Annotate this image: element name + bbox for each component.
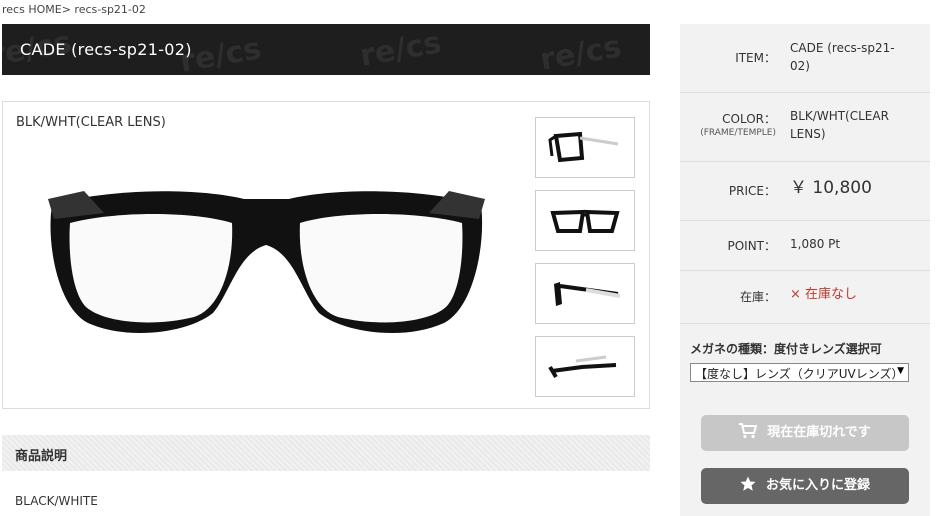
breadcrumb-separator: > (61, 3, 71, 16)
favorites-label: お気に入りに登録 (765, 478, 870, 493)
product-title-bar: re/cs re/cs re/cs re/cs CADE (recs-sp21-… (2, 24, 650, 75)
thumbnail-front[interactable] (535, 190, 635, 251)
color-sublabel: (FRAME/TEMPLE) (700, 128, 776, 138)
item-label: ITEM： (735, 51, 776, 65)
lens-type-selected-value: 【度なし】レンズ（クリアUVレンズ） (695, 367, 904, 381)
page-title: CADE (recs-sp21-02) (20, 40, 192, 59)
pattern-logo-4: re/cs (537, 29, 624, 75)
product-description: BLACK/WHITE (15, 492, 98, 510)
section-header-label: 商品説明 (15, 449, 68, 464)
product-info-sidebar: ITEM： CADE (recs-sp21-02) COLOR： (FRAME/… (680, 24, 930, 516)
add-to-favorites-button[interactable]: お気に入りに登録 (701, 468, 909, 504)
pattern-logo-3: re/cs (357, 25, 444, 74)
breadcrumb: recs HOME> recs-sp21-02 (2, 3, 146, 16)
main-product-image (48, 191, 485, 334)
price-label: PRICE： (728, 184, 776, 198)
thumbnail-side[interactable] (535, 263, 635, 324)
color-row: COLOR： (FRAME/TEMPLE) BLK/WHT(CLEAR LENS… (680, 93, 930, 162)
stock-value: × 在庫なし (790, 287, 858, 302)
sold-out-label: 現在在庫切れです (767, 425, 871, 440)
stock-label: 在庫： (739, 290, 776, 304)
color-variant-label: BLK/WHT(CLEAR LENS) (16, 115, 166, 130)
color-value: BLK/WHT(CLEAR LENS) (790, 109, 889, 141)
point-label: POINT： (727, 239, 776, 253)
lens-type-select[interactable]: 【度なし】レンズ（クリアUVレンズ） ▼ (690, 363, 909, 382)
item-row: ITEM： CADE (recs-sp21-02) (680, 24, 930, 93)
description-line: BLACK/WHITE (15, 494, 98, 508)
point-row: POINT： 1,080 Pt (680, 221, 930, 271)
price-value: ￥ 10,800 (790, 178, 872, 198)
breadcrumb-home-link[interactable]: recs HOME (2, 3, 62, 16)
stock-row: 在庫： × 在庫なし (680, 271, 930, 324)
sold-out-button[interactable]: 現在在庫切れです (701, 415, 909, 451)
price-row: PRICE： ￥ 10,800 (680, 162, 930, 221)
dropdown-arrow-icon: ▼ (897, 366, 904, 376)
thumbnail-front-angle[interactable] (535, 117, 635, 178)
breadcrumb-current: recs-sp21-02 (74, 3, 146, 16)
item-value: CADE (recs-sp21-02) (790, 41, 895, 73)
color-label: COLOR： (722, 112, 776, 126)
thumbnail-side-open[interactable] (535, 336, 635, 397)
point-value: 1,080 Pt (790, 237, 841, 251)
section-header-description: 商品説明 (2, 435, 650, 471)
lens-options-title: メガネの種類：度付きレンズ選択可 (690, 342, 882, 356)
star-icon (740, 476, 756, 491)
cart-icon (739, 423, 758, 439)
